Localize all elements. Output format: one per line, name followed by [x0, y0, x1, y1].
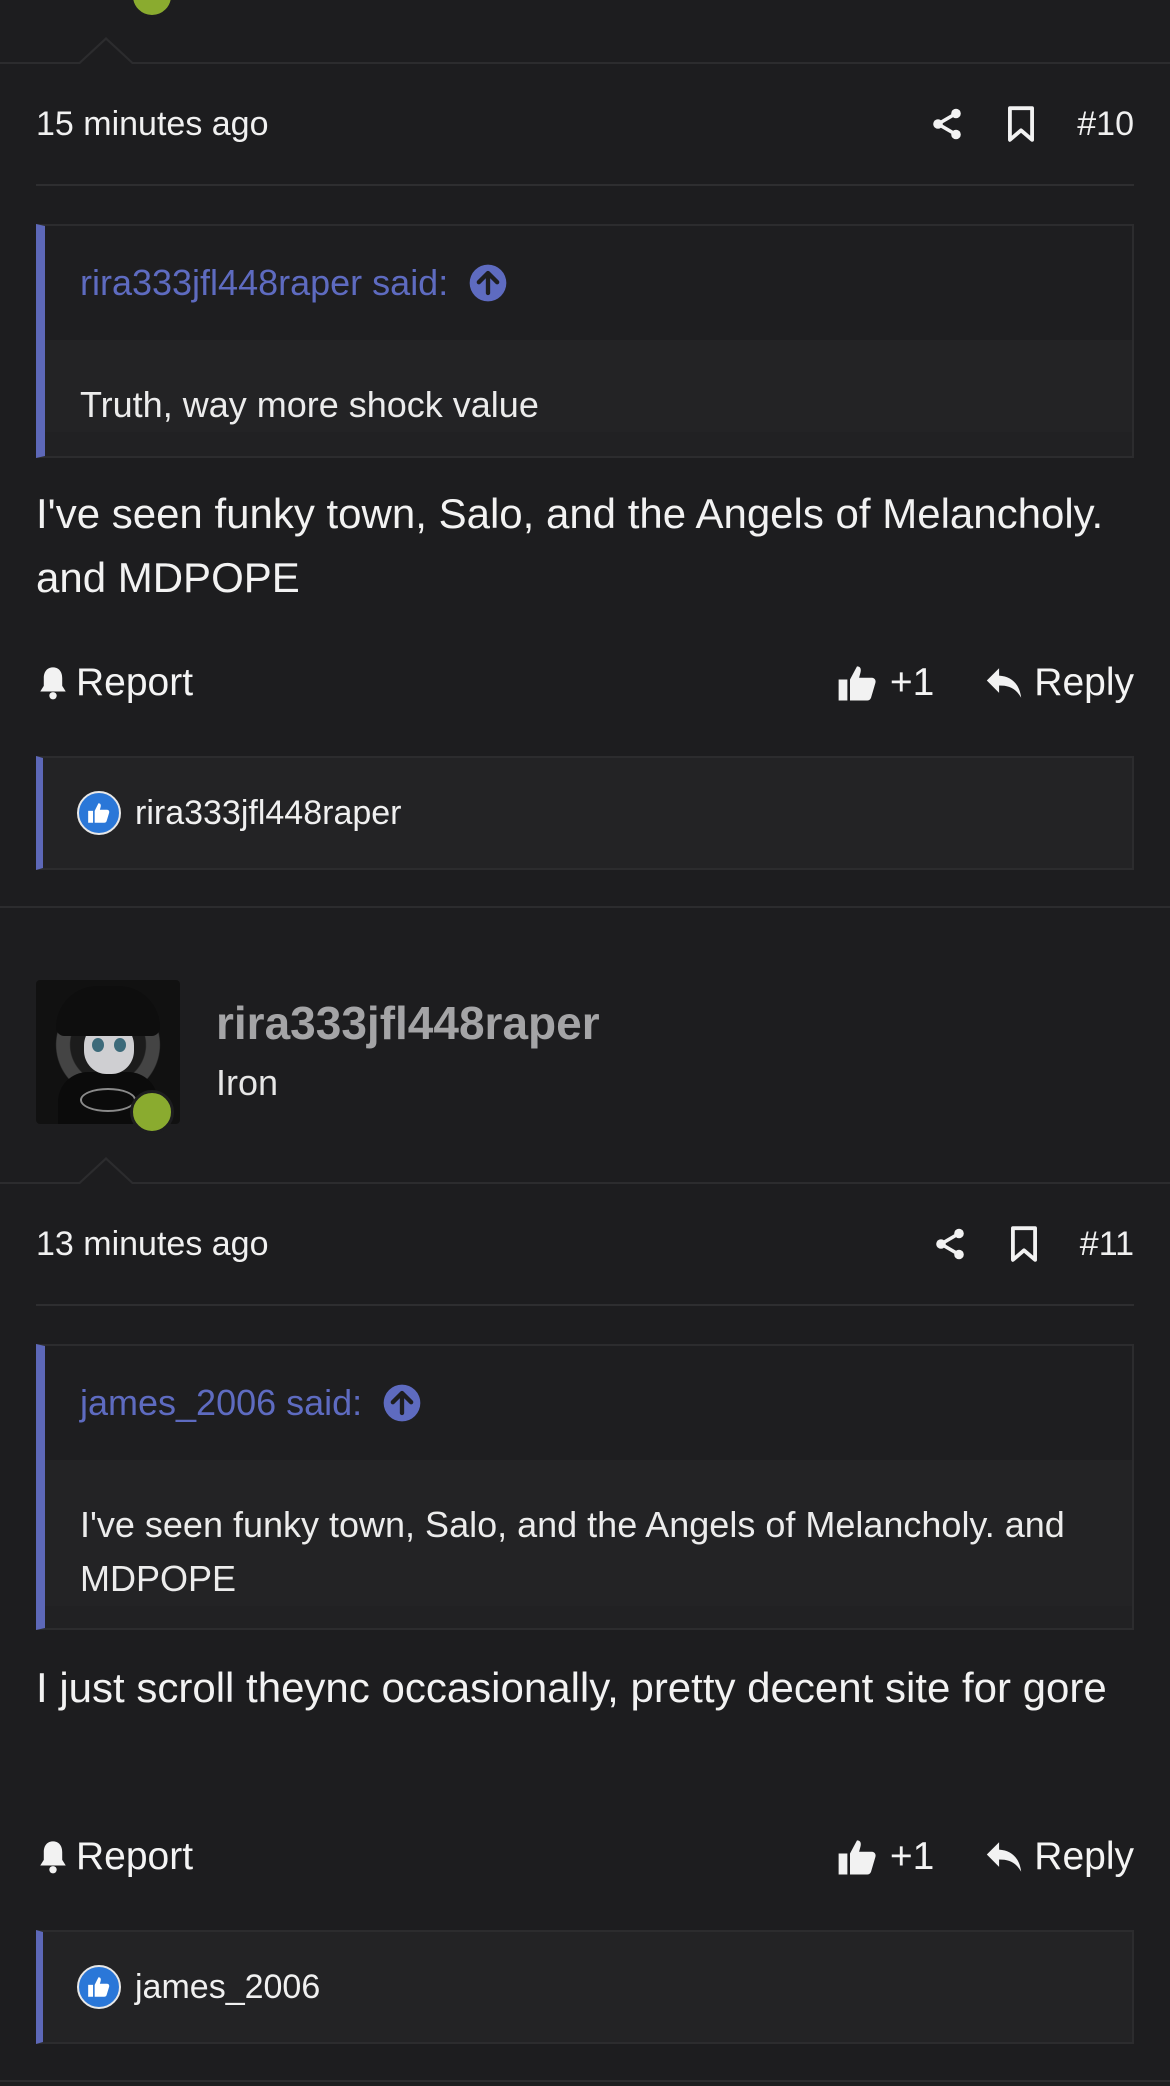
thread-page: 15 minutes ago #10 rira333jfl448raper sa…: [0, 0, 1170, 2086]
quote-author[interactable]: rira333jfl448raper said:: [80, 262, 448, 304]
post-meta: 13 minutes ago #11: [36, 1212, 1134, 1276]
user-block-divider: [0, 1182, 1170, 1184]
reply-button[interactable]: Reply: [984, 661, 1134, 705]
report-button[interactable]: Report: [36, 661, 193, 705]
meta-divider: [36, 1304, 1134, 1306]
arrow-up-circle-icon[interactable]: [382, 1383, 422, 1423]
user-title: Iron: [216, 1062, 279, 1103]
arrow-up-circle-icon[interactable]: [468, 263, 508, 303]
post-meta: 15 minutes ago #10: [36, 92, 1134, 156]
reactions-bar[interactable]: rira333jfl448raper: [36, 756, 1134, 870]
post-message: I've seen funky town, Salo, and the Ange…: [36, 490, 1104, 601]
report-button[interactable]: Report: [36, 1835, 193, 1879]
quote-header: james_2006 said:: [45, 1346, 1132, 1460]
share-icon[interactable]: [932, 1226, 968, 1262]
bell-icon: [40, 667, 66, 700]
share-icon[interactable]: [929, 106, 965, 142]
quote-block: rira333jfl448raper said: Truth, way more…: [36, 224, 1134, 458]
meta-divider: [36, 184, 1134, 186]
post-number[interactable]: #11: [1080, 1225, 1134, 1264]
like-count: +1: [889, 661, 935, 704]
post-actions: Report +1 Reply: [36, 648, 1134, 718]
post-divider: [0, 906, 1170, 908]
bookmark-icon[interactable]: [1005, 105, 1037, 143]
reply-icon: [987, 668, 1022, 698]
reply-button[interactable]: Reply: [984, 1835, 1134, 1879]
reply-icon: [987, 1842, 1022, 1872]
quote-block: james_2006 said: I've seen funky town, S…: [36, 1344, 1134, 1630]
like-button[interactable]: +1: [836, 1835, 934, 1879]
user-block-divider: [0, 62, 1170, 64]
quote-header: rira333jfl448raper said:: [45, 226, 1132, 340]
reply-label: Reply: [1034, 661, 1134, 704]
post-message: I just scroll theync occasionally, prett…: [36, 1664, 1107, 1711]
post-divider: [0, 2080, 1170, 2082]
thumbs-up-icon: [838, 666, 876, 701]
post-time[interactable]: 15 minutes ago: [36, 105, 269, 144]
quote-author[interactable]: james_2006 said:: [80, 1382, 362, 1424]
quote-text: Truth, way more shock value: [45, 340, 1132, 432]
like-button[interactable]: +1: [836, 661, 934, 705]
online-status-indicator: [130, 1090, 174, 1134]
like-count: +1: [889, 1835, 935, 1878]
post-time[interactable]: 13 minutes ago: [36, 1225, 269, 1264]
post-actions: Report +1 Reply: [36, 1822, 1134, 1892]
thumbs-up-icon: [838, 1840, 876, 1875]
user-block: rira333jfl448raper Iron: [0, 940, 1170, 1180]
bell-icon: [40, 1841, 66, 1874]
post-pointer: [78, 1157, 134, 1184]
post-number[interactable]: #10: [1077, 105, 1134, 144]
bookmark-icon[interactable]: [1008, 1225, 1040, 1263]
online-status-indicator: [130, 0, 174, 18]
report-label: Report: [76, 1835, 194, 1878]
username[interactable]: rira333jfl448raper: [216, 996, 600, 1050]
reply-label: Reply: [1034, 1835, 1134, 1878]
reactions-bar[interactable]: james_2006: [36, 1930, 1134, 2044]
post-pointer: [78, 37, 134, 64]
report-label: Report: [76, 661, 194, 704]
reaction-user[interactable]: james_2006: [135, 1968, 320, 2007]
quote-text: I've seen funky town, Salo, and the Ange…: [45, 1460, 1132, 1606]
reaction-user[interactable]: rira333jfl448raper: [135, 794, 402, 833]
like-badge-icon: [77, 791, 121, 835]
like-badge-icon: [77, 1965, 121, 2009]
